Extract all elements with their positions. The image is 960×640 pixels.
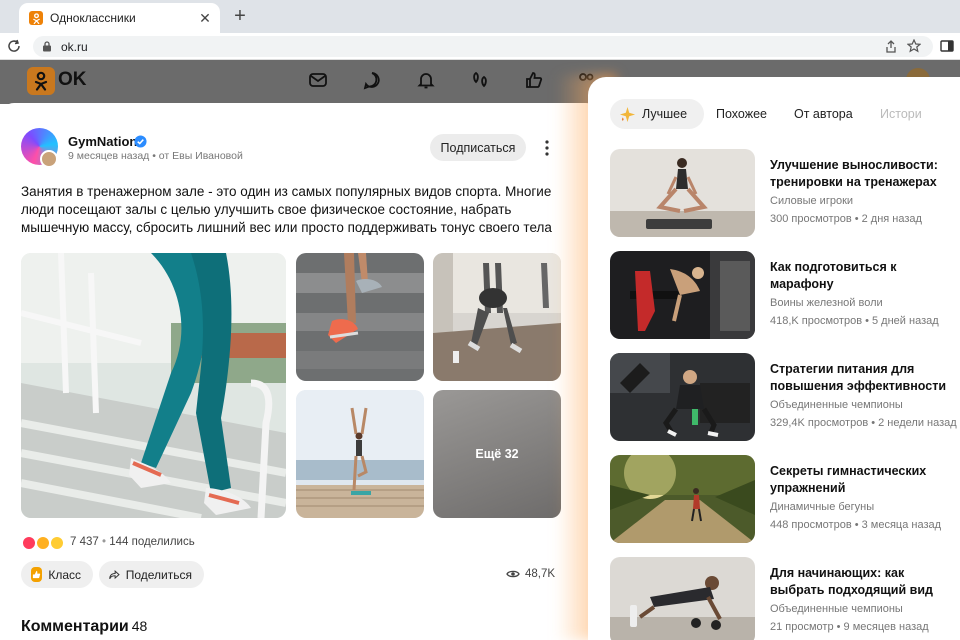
video-title[interactable]: Улучшение выносливости: тренировки на тр… — [770, 157, 960, 191]
comments-heading: Комментарии 48 — [21, 618, 147, 636]
tab-best-label: Лучшее — [642, 107, 688, 121]
chat-icon[interactable] — [362, 70, 382, 90]
share-page-icon[interactable] — [885, 40, 897, 53]
post-photo-3[interactable] — [433, 253, 561, 381]
bell-icon[interactable] — [416, 70, 436, 90]
video-thumbnail[interactable] — [610, 149, 755, 237]
tab-from-author[interactable]: От автора — [794, 99, 853, 129]
guests-icon[interactable] — [470, 70, 490, 90]
more-photos-tile[interactable]: Ещё 32 — [433, 390, 561, 518]
bookmark-star-icon[interactable] — [907, 39, 921, 53]
video-channel[interactable]: Воины железной воли — [770, 297, 883, 309]
video-item[interactable]: Стратегии питания для повышения эффектив… — [610, 353, 957, 443]
thumb-up-icon — [31, 567, 43, 582]
post-text: Занятия в тренажерном зале - это один из… — [21, 184, 552, 235]
mail-icon[interactable] — [308, 70, 328, 90]
video-channel[interactable]: Объединенные чемпионы — [770, 603, 903, 615]
url-text: ok.ru — [61, 40, 88, 54]
browser-tab-strip: Одноклассники ✕ + — [0, 0, 960, 33]
video-thumbnail[interactable] — [610, 455, 755, 543]
post-photo-2[interactable] — [296, 253, 424, 381]
reactions-count: 7 437 — [70, 536, 99, 548]
sparkle-icon — [619, 106, 636, 123]
class-label: Класс — [48, 567, 81, 582]
address-toolbar: ok.ru — [0, 33, 960, 60]
post-photo-main[interactable] — [21, 253, 286, 518]
group-name[interactable]: GymNation — [68, 134, 137, 149]
video-stats: 21 просмотр • 9 месяцев назад — [770, 621, 929, 633]
close-tab-icon[interactable]: ✕ — [197, 10, 213, 26]
video-thumbnail[interactable] — [610, 353, 755, 441]
tab-similar[interactable]: Похожее — [716, 99, 767, 129]
video-stats: 418,K просмотров • 5 дней назад — [770, 315, 939, 327]
subscribe-button[interactable]: Подписаться — [430, 134, 526, 161]
address-bar[interactable]: ok.ru — [33, 36, 933, 57]
author-avatar[interactable] — [40, 150, 58, 168]
video-channel[interactable]: Объединенные чемпионы — [770, 399, 903, 411]
lock-icon — [43, 41, 51, 52]
share-arrow-icon — [109, 569, 120, 579]
eye-icon — [506, 570, 520, 578]
video-item[interactable]: Для начинающих: как выбрать подходящий в… — [610, 557, 955, 640]
video-channel[interactable]: Динамичные бегуны — [770, 501, 874, 513]
more-photos-label: Ещё 32 — [475, 447, 519, 461]
verified-badge-icon — [134, 135, 147, 148]
video-stats: 329,4K просмотров • 2 недели назад — [770, 417, 957, 429]
like-icon[interactable] — [524, 70, 544, 90]
side-panel-icon[interactable] — [940, 39, 954, 53]
wow-reaction-icon — [50, 536, 64, 550]
video-title[interactable]: Секреты гимнастических упражнений — [770, 463, 960, 497]
share-label: Поделиться — [125, 567, 192, 582]
heart-reaction-icon — [22, 536, 36, 550]
reload-icon[interactable] — [6, 38, 22, 54]
tab-best[interactable]: Лучшее — [610, 99, 704, 129]
recommendation-tabs: Лучшее Похожее От автора Истори — [610, 99, 960, 129]
tab-title: Одноклассники — [50, 11, 136, 25]
comments-count: 48 — [131, 618, 148, 634]
video-stats: 448 просмотров • 3 месяца назад — [770, 519, 942, 531]
video-title[interactable]: Для начинающих: как выбрать подходящий в… — [770, 565, 960, 599]
share-button[interactable]: Поделиться — [99, 561, 204, 588]
love-eyes-reaction-icon — [36, 536, 50, 550]
tab-history[interactable]: Истори — [880, 99, 922, 129]
post-card: GymNation 9 месяцев назад • от Евы Ивано… — [0, 103, 600, 640]
video-item[interactable]: Как подготовиться к марафону Воины желез… — [610, 251, 955, 341]
views-count: 48,7K — [525, 568, 556, 580]
ok-favicon-icon — [29, 11, 43, 25]
video-channel[interactable]: Силовые игроки — [770, 195, 853, 207]
post-meta: 9 месяцев назад • от Евы Ивановой — [68, 150, 243, 162]
recommendations-panel: Лучшее Похожее От автора Истори Улучшени… — [588, 77, 960, 640]
video-thumbnail[interactable] — [610, 251, 755, 339]
video-item[interactable]: Секреты гимнастических упражнений Динами… — [610, 455, 955, 545]
video-thumbnail[interactable] — [610, 557, 755, 640]
browser-tab[interactable]: Одноклассники ✕ — [19, 3, 220, 33]
video-item[interactable]: Улучшение выносливости: тренировки на тр… — [610, 149, 955, 239]
shares-count: 144 поделились — [109, 536, 195, 548]
more-options-icon[interactable] — [540, 138, 554, 158]
logo-text: OK — [58, 69, 87, 90]
class-button[interactable]: Класс — [21, 561, 93, 588]
ok-logo-icon[interactable] — [27, 67, 55, 95]
new-tab-icon[interactable]: + — [229, 6, 251, 28]
views-counter: 48,7K — [506, 568, 555, 580]
video-stats: 300 просмотров • 2 дня назад — [770, 213, 922, 225]
video-title[interactable]: Как подготовиться к марафону — [770, 259, 960, 293]
post-photo-4[interactable] — [296, 390, 424, 518]
video-title[interactable]: Стратегии питания для повышения эффектив… — [770, 361, 960, 395]
comments-title: Комментарии — [21, 618, 129, 635]
